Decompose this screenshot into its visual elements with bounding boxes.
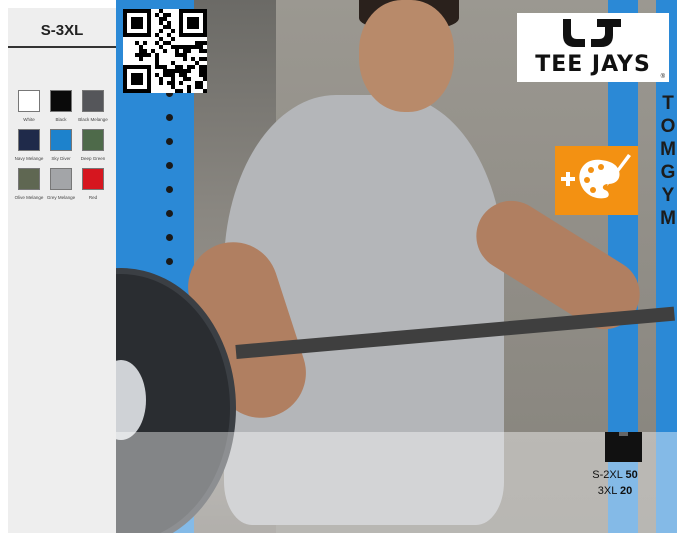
color-swatch[interactable] <box>50 90 72 112</box>
model-head <box>359 0 454 112</box>
rack-hole <box>166 138 173 145</box>
swatch-label: Grey Melange <box>46 195 76 200</box>
wall-letter: M <box>660 139 676 160</box>
color-swatch[interactable] <box>50 129 72 151</box>
swatch-label: Red <box>88 195 98 200</box>
wall-letter: Y <box>661 185 675 206</box>
registered-mark: ® <box>660 74 665 80</box>
tj-monogram-icon <box>563 19 621 47</box>
rack-hole <box>166 114 173 121</box>
pack-line: 3XL 20 <box>560 485 670 497</box>
color-swatch[interactable] <box>18 168 40 190</box>
divider <box>8 46 116 48</box>
customization-badge[interactable] <box>555 146 638 215</box>
pack-qty: 50 <box>625 469 638 481</box>
color-swatch[interactable] <box>18 90 40 112</box>
swatch-label: Sky Diver <box>51 156 71 161</box>
logo-text: TEE JAYS <box>535 52 651 77</box>
color-sidebar: S-3XL White Black Black Melange Navy Melang… <box>8 8 116 533</box>
rack-hole <box>166 210 173 217</box>
color-swatch[interactable] <box>82 129 104 151</box>
color-swatch[interactable] <box>50 168 72 190</box>
brand-logo: TEE JAYS ® <box>517 13 669 82</box>
plus-palette-icon <box>561 154 631 199</box>
rack-hole <box>166 186 173 193</box>
swatch-label: Navy Melange <box>14 156 44 161</box>
box-flap <box>619 432 628 436</box>
swatch-label: Black Melange <box>78 117 108 122</box>
wall-letter: T <box>662 93 674 114</box>
qr-code-icon[interactable] <box>123 9 207 93</box>
rack-hole <box>166 162 173 169</box>
pack-qty: 20 <box>619 485 633 497</box>
rack-hole <box>166 234 173 241</box>
pack-size: 3XL <box>597 485 617 497</box>
wall-letter: G <box>660 162 676 183</box>
wall-letter: O <box>660 116 676 137</box>
rack-hole <box>166 258 173 265</box>
color-swatch[interactable] <box>82 168 104 190</box>
swatch-label: Olive Melange <box>14 195 44 200</box>
bottom-overlay <box>116 432 677 533</box>
wall-lettering: TOMGYM <box>658 92 677 230</box>
box-icon <box>605 432 642 462</box>
pack-line: S-2XL 50 <box>560 469 670 481</box>
swatch-label: Black <box>55 117 67 122</box>
swatch-label: White <box>23 117 35 122</box>
size-range: S-3XL <box>40 22 84 39</box>
swatch-label: Deep Green <box>80 156 106 161</box>
color-swatch[interactable] <box>18 129 40 151</box>
color-swatch[interactable] <box>82 90 104 112</box>
pack-size: S-2XL <box>592 469 623 481</box>
wall-letter: M <box>660 208 676 229</box>
